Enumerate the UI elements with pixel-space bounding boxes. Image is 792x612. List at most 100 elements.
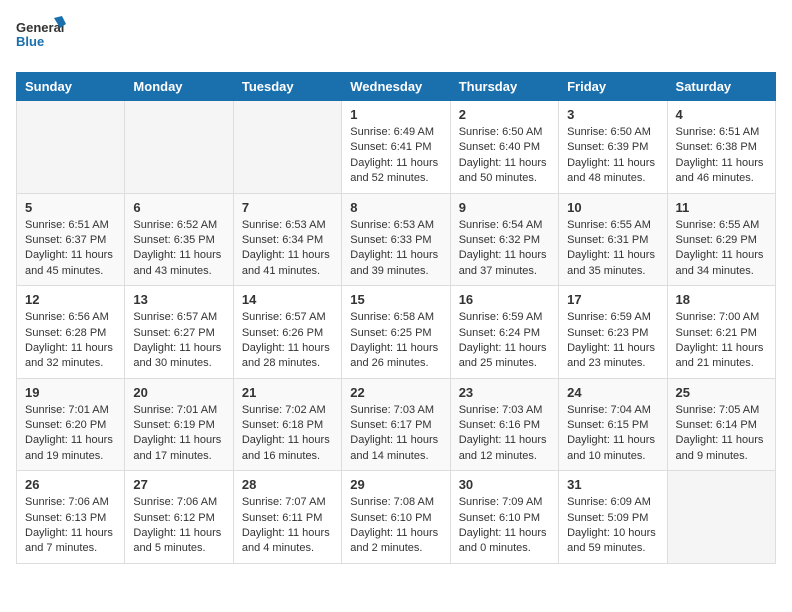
day-info: Sunrise: 6:49 AMSunset: 6:41 PMDaylight:… — [350, 125, 441, 187]
day-number: 18 — [676, 292, 767, 307]
calendar-cell: 29 Sunrise: 7:08 AMSunset: 6:10 PMDayligh… — [342, 471, 450, 564]
calendar-cell: 14 Sunrise: 6:57 AMSunset: 6:26 PMDayligh… — [233, 286, 341, 379]
day-number: 13 — [133, 292, 224, 307]
calendar-cell: 4 Sunrise: 6:51 AMSunset: 6:38 PMDaylight… — [667, 101, 775, 194]
page-header: General Blue — [16, 16, 776, 60]
calendar-cell: 26 Sunrise: 7:06 AMSunset: 6:13 PMDayligh… — [17, 471, 125, 564]
day-info: Sunrise: 6:52 AMSunset: 6:35 PMDaylight:… — [133, 218, 224, 280]
day-number: 16 — [459, 292, 550, 307]
calendar-cell: 2Sunrise: 6:50 AMSunset: 6:40 PMDaylight… — [450, 101, 558, 194]
day-number: 9 — [459, 200, 550, 215]
day-number: 28 — [242, 477, 333, 492]
weekday-header: Tuesday — [233, 73, 341, 101]
day-number: 10 — [567, 200, 658, 215]
day-info: Sunrise: 6:57 AMSunset: 6:26 PMDaylight:… — [242, 310, 333, 372]
day-info: Sunrise: 7:09 AMSunset: 6:10 PMDaylight:… — [459, 495, 550, 557]
calendar-cell — [667, 471, 775, 564]
weekday-header: Sunday — [17, 73, 125, 101]
day-number: 20 — [133, 385, 224, 400]
calendar-cell: 9Sunrise: 6:54 AMSunset: 6:32 PMDaylight… — [450, 193, 558, 286]
day-info: Sunrise: 7:08 AMSunset: 6:10 PMDaylight:… — [350, 495, 441, 557]
day-info: Sunrise: 6:58 AMSunset: 6:25 PMDaylight:… — [350, 310, 441, 372]
calendar-cell — [233, 101, 341, 194]
day-number: 6 — [133, 200, 224, 215]
day-number: 14 — [242, 292, 333, 307]
day-number: 29 — [350, 477, 441, 492]
day-info: Sunrise: 7:03 AMSunset: 6:17 PMDaylight:… — [350, 403, 441, 465]
svg-text:Blue: Blue — [16, 34, 44, 49]
calendar-cell — [17, 101, 125, 194]
day-info: Sunrise: 6:57 AMSunset: 6:27 PMDaylight:… — [133, 310, 224, 372]
logo: General Blue — [16, 16, 66, 60]
calendar-cell: 18 Sunrise: 7:00 AMSunset: 6:21 PMDayligh… — [667, 286, 775, 379]
day-info: Sunrise: 7:07 AMSunset: 6:11 PMDaylight:… — [242, 495, 333, 557]
day-info: Sunrise: 6:51 AMSunset: 6:38 PMDaylight:… — [676, 125, 767, 187]
calendar-cell: 16 Sunrise: 6:59 AMSunset: 6:24 PMDayligh… — [450, 286, 558, 379]
day-number: 31 — [567, 477, 658, 492]
day-number: 19 — [25, 385, 116, 400]
day-number: 24 — [567, 385, 658, 400]
calendar-cell: 28 Sunrise: 7:07 AMSunset: 6:11 PMDayligh… — [233, 471, 341, 564]
day-number: 5 — [25, 200, 116, 215]
calendar-cell: 24Sunrise: 7:04 AMSunset: 6:15 PMDayligh… — [559, 378, 667, 471]
calendar-cell: 25Sunrise: 7:05 AMSunset: 6:14 PMDayligh… — [667, 378, 775, 471]
day-info: Sunrise: 6:59 AMSunset: 6:24 PMDaylight:… — [459, 310, 550, 372]
calendar-cell — [125, 101, 233, 194]
calendar-cell: 22 Sunrise: 7:03 AMSunset: 6:17 PMDayligh… — [342, 378, 450, 471]
calendar-cell: 21 Sunrise: 7:02 AMSunset: 6:18 PMDayligh… — [233, 378, 341, 471]
day-number: 2 — [459, 107, 550, 122]
calendar-cell: 12 Sunrise: 6:56 AMSunset: 6:28 PMDayligh… — [17, 286, 125, 379]
day-number: 23 — [459, 385, 550, 400]
day-number: 4 — [676, 107, 767, 122]
day-number: 26 — [25, 477, 116, 492]
calendar-cell: 23 Sunrise: 7:03 AMSunset: 6:16 PMDayligh… — [450, 378, 558, 471]
day-info: Sunrise: 7:06 AMSunset: 6:13 PMDaylight:… — [25, 495, 116, 557]
calendar-cell: 8 Sunrise: 6:53 AMSunset: 6:33 PMDaylight… — [342, 193, 450, 286]
day-info: Sunrise: 7:03 AMSunset: 6:16 PMDaylight:… — [459, 403, 550, 465]
calendar-cell: 20Sunrise: 7:01 AMSunset: 6:19 PMDayligh… — [125, 378, 233, 471]
week-row: 19 Sunrise: 7:01 AMSunset: 6:20 PMDayligh… — [17, 378, 776, 471]
weekday-header: Wednesday — [342, 73, 450, 101]
day-info: Sunrise: 7:00 AMSunset: 6:21 PMDaylight:… — [676, 310, 767, 372]
day-info: Sunrise: 7:01 AMSunset: 6:20 PMDaylight:… — [25, 403, 116, 465]
calendar-cell: 7Sunrise: 6:53 AMSunset: 6:34 PMDaylight… — [233, 193, 341, 286]
day-info: Sunrise: 6:50 AMSunset: 6:39 PMDaylight:… — [567, 125, 658, 187]
day-info: Sunrise: 7:05 AMSunset: 6:14 PMDaylight:… — [676, 403, 767, 465]
calendar-cell: 10 Sunrise: 6:55 AMSunset: 6:31 PMDayligh… — [559, 193, 667, 286]
day-number: 22 — [350, 385, 441, 400]
day-info: Sunrise: 7:02 AMSunset: 6:18 PMDaylight:… — [242, 403, 333, 465]
day-number: 27 — [133, 477, 224, 492]
week-row: 26 Sunrise: 7:06 AMSunset: 6:13 PMDayligh… — [17, 471, 776, 564]
calendar-cell: 30Sunrise: 7:09 AMSunset: 6:10 PMDayligh… — [450, 471, 558, 564]
calendar-cell: 31 Sunrise: 6:09 AMSunset: 5:09 PMDayligh… — [559, 471, 667, 564]
calendar-cell: 17Sunrise: 6:59 AMSunset: 6:23 PMDayligh… — [559, 286, 667, 379]
day-info: Sunrise: 6:09 AMSunset: 5:09 PMDaylight:… — [567, 495, 658, 557]
weekday-header: Monday — [125, 73, 233, 101]
calendar-cell: 11Sunrise: 6:55 AMSunset: 6:29 PMDayligh… — [667, 193, 775, 286]
week-row: 1Sunrise: 6:49 AMSunset: 6:41 PMDaylight… — [17, 101, 776, 194]
day-info: Sunrise: 6:56 AMSunset: 6:28 PMDaylight:… — [25, 310, 116, 372]
day-number: 21 — [242, 385, 333, 400]
day-info: Sunrise: 6:53 AMSunset: 6:33 PMDaylight:… — [350, 218, 441, 280]
weekday-header: Thursday — [450, 73, 558, 101]
calendar-cell: 27 Sunrise: 7:06 AMSunset: 6:12 PMDayligh… — [125, 471, 233, 564]
day-info: Sunrise: 7:06 AMSunset: 6:12 PMDaylight:… — [133, 495, 224, 557]
week-row: 5 Sunrise: 6:51 AMSunset: 6:37 PMDaylight… — [17, 193, 776, 286]
day-info: Sunrise: 6:59 AMSunset: 6:23 PMDaylight:… — [567, 310, 658, 372]
calendar-cell: 15 Sunrise: 6:58 AMSunset: 6:25 PMDayligh… — [342, 286, 450, 379]
calendar-cell: 19 Sunrise: 7:01 AMSunset: 6:20 PMDayligh… — [17, 378, 125, 471]
logo-svg: General Blue — [16, 16, 66, 60]
day-number: 7 — [242, 200, 333, 215]
calendar-cell: 1Sunrise: 6:49 AMSunset: 6:41 PMDaylight… — [342, 101, 450, 194]
weekday-header: Saturday — [667, 73, 775, 101]
day-number: 11 — [676, 200, 767, 215]
calendar-cell: 13 Sunrise: 6:57 AMSunset: 6:27 PMDayligh… — [125, 286, 233, 379]
day-info: Sunrise: 6:55 AMSunset: 6:31 PMDaylight:… — [567, 218, 658, 280]
day-number: 8 — [350, 200, 441, 215]
day-info: Sunrise: 6:51 AMSunset: 6:37 PMDaylight:… — [25, 218, 116, 280]
calendar-table: SundayMondayTuesdayWednesdayThursdayFrid… — [16, 72, 776, 564]
calendar-cell: 6 Sunrise: 6:52 AMSunset: 6:35 PMDaylight… — [125, 193, 233, 286]
week-row: 12 Sunrise: 6:56 AMSunset: 6:28 PMDayligh… — [17, 286, 776, 379]
day-number: 12 — [25, 292, 116, 307]
day-number: 15 — [350, 292, 441, 307]
